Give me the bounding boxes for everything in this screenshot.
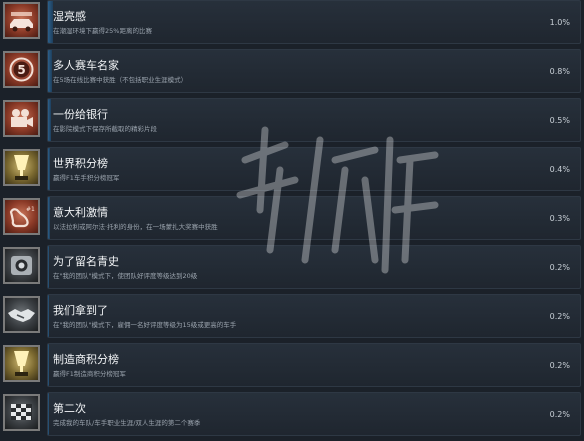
progress-bar — [48, 148, 50, 190]
achievement-row[interactable]: 我们拿到了 在"我的团队"模式下，雇佣一名好评度等级为15级或更高的车手 0.2… — [0, 294, 584, 343]
achievement-percent: 1.0% — [549, 18, 570, 27]
achievement-title: 一份给银行 — [53, 108, 108, 121]
progress-bar — [48, 246, 49, 288]
achievement-panel: 湿亮感 在潮湿环境下赢得25%距离的比赛 1.0% — [47, 0, 581, 44]
film-camera-icon — [3, 100, 40, 137]
achievement-panel: 意大利激情 以法拉利或阿尔法·托利的身份，在一场蒙扎大奖赛中获胜 0.3% — [47, 196, 581, 240]
achievement-title: 第二次 — [53, 402, 86, 415]
achievement-percent: 0.2% — [549, 263, 570, 272]
progress-bar — [48, 50, 52, 92]
achievement-description: 在"我的团队"模式下，使团队好评度等级达到20级 — [53, 272, 198, 280]
achievement-title: 世界积分榜 — [53, 157, 108, 170]
achievement-row[interactable]: 一份给银行 在影院模式下保存所截取的精彩片段 0.5% — [0, 98, 584, 147]
progress-bar — [48, 295, 49, 337]
achievement-title: 意大利激情 — [53, 206, 108, 219]
achievement-row[interactable]: 第二次 完成我的车队/车手职业生涯/双人生涯的第二个赛季 0.2% — [0, 392, 584, 441]
achievement-panel: 多人赛车名家 在5场在线比赛中获胜（不包括职业生涯模式） 0.8% — [47, 49, 581, 93]
achievement-row[interactable]: 5 多人赛车名家 在5场在线比赛中获胜（不包括职业生涯模式） 0.8% — [0, 49, 584, 98]
achievement-row[interactable]: #1 意大利激情 以法拉利或阿尔法·托利的身份，在一场蒙扎大奖赛中获胜 0.3% — [0, 196, 584, 245]
achievement-percent: 0.5% — [549, 116, 570, 125]
achievement-title: 多人赛车名家 — [53, 59, 119, 72]
achievement-description: 以法拉利或阿尔法·托利的身份，在一场蒙扎大奖赛中获胜 — [53, 223, 218, 231]
achievement-percent: 0.2% — [549, 312, 570, 321]
achievement-panel: 第二次 完成我的车队/车手职业生涯/双人生涯的第二个赛季 0.2% — [47, 392, 581, 436]
checkered-flag-icon — [3, 394, 40, 431]
progress-bar — [48, 99, 51, 141]
svg-text:5: 5 — [17, 63, 25, 77]
car-rain-icon — [3, 2, 40, 39]
achievement-panel: 制造商积分榜 赢得F1制造商积分榜冠军 0.2% — [47, 343, 581, 387]
achievement-percent: 0.2% — [549, 410, 570, 419]
progress-bar — [48, 197, 50, 239]
achievement-description: 在5场在线比赛中获胜（不包括职业生涯模式） — [53, 76, 188, 84]
achievement-percent: 0.8% — [549, 67, 570, 76]
number-five-badge-icon: 5 — [3, 51, 40, 88]
achievement-row[interactable]: 为了留名青史 在"我的团队"模式下，使团队好评度等级达到20级 0.2% — [0, 245, 584, 294]
achievement-title: 湿亮感 — [53, 10, 86, 23]
achievement-title: 制造商积分榜 — [53, 353, 119, 366]
achievement-panel: 一份给银行 在影院模式下保存所截取的精彩片段 0.5% — [47, 98, 581, 142]
achievement-description: 在"我的团队"模式下，雇佣一名好评度等级为15级或更高的车手 — [53, 321, 237, 329]
achievement-panel: 世界积分榜 赢得F1车手积分榜冠军 0.4% — [47, 147, 581, 191]
monza-track-icon: #1 — [3, 198, 40, 235]
achievement-description: 在影院模式下保存所截取的精彩片段 — [53, 125, 157, 133]
achievement-percent: 0.2% — [549, 361, 570, 370]
achievement-row[interactable]: 制造商积分榜 赢得F1制造商积分榜冠军 0.2% — [0, 343, 584, 392]
achievement-row[interactable]: 世界积分榜 赢得F1车手积分榜冠军 0.4% — [0, 147, 584, 196]
achievement-percent: 0.4% — [549, 165, 570, 174]
progress-bar — [48, 344, 49, 386]
progress-bar — [48, 393, 49, 435]
achievement-percent: 0.3% — [549, 214, 570, 223]
svg-text:#1: #1 — [26, 206, 35, 213]
achievement-title: 为了留名青史 — [53, 255, 119, 268]
achievement-description: 在潮湿环境下赢得25%距离的比赛 — [53, 27, 152, 35]
achievement-panel: 我们拿到了 在"我的团队"模式下，雇佣一名好评度等级为15级或更高的车手 0.2… — [47, 294, 581, 338]
achievement-list: 湿亮感 在潮湿环境下赢得25%距离的比赛 1.0% 5 多人赛车名家 在5场在线… — [0, 0, 584, 441]
achievement-description: 赢得F1车手积分榜冠军 — [53, 174, 120, 182]
gold-trophy-icon — [3, 149, 40, 186]
gold-trophy-icon — [3, 345, 40, 382]
achievement-description: 赢得F1制造商积分榜冠军 — [53, 370, 126, 378]
achievement-description: 完成我的车队/车手职业生涯/双人生涯的第二个赛季 — [53, 419, 201, 427]
handshake-icon — [3, 296, 40, 333]
achievement-row[interactable]: 湿亮感 在潮湿环境下赢得25%距离的比赛 1.0% — [0, 0, 584, 49]
achievement-title: 我们拿到了 — [53, 304, 108, 317]
steering-wheel-icon — [3, 247, 40, 284]
achievement-panel: 为了留名青史 在"我的团队"模式下，使团队好评度等级达到20级 0.2% — [47, 245, 581, 289]
